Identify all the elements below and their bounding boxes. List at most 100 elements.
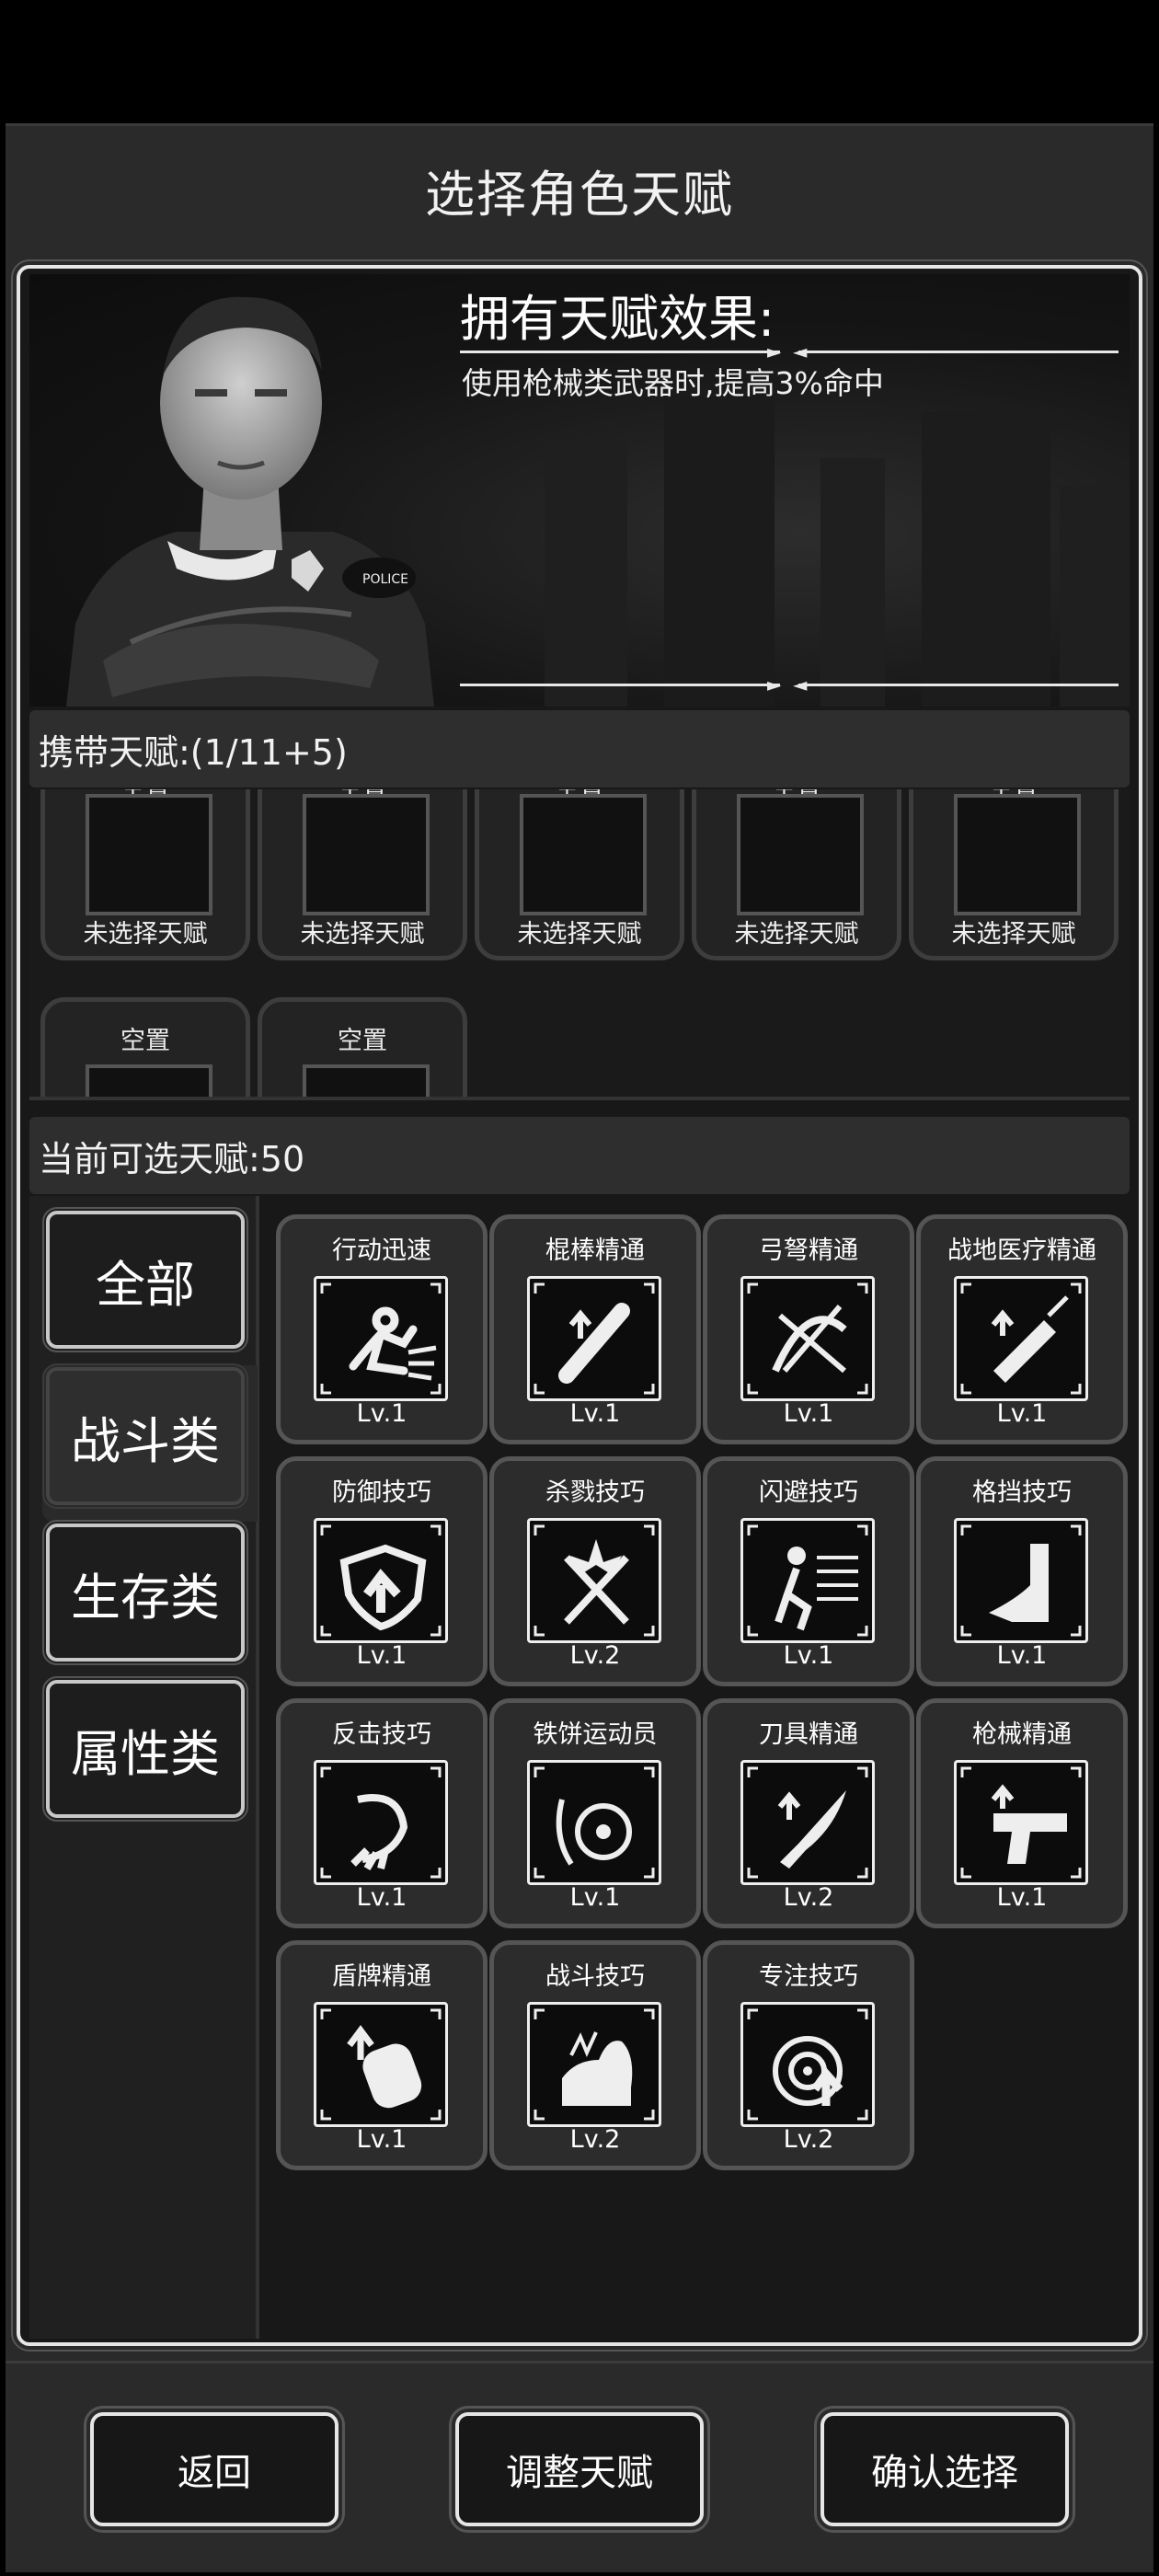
talent-level: Lv.1: [996, 1883, 1048, 1912]
talent-level: Lv.1: [356, 1883, 407, 1912]
talent-card[interactable]: 盾牌精通 Lv.1: [276, 1940, 488, 2170]
talent-card[interactable]: 专注技巧 Lv.2: [703, 1940, 914, 2170]
confirm-selection-button-label: 确认选择: [871, 2452, 1018, 2494]
talent-level: Lv.1: [356, 2125, 407, 2154]
talent-card[interactable]: 战斗技巧 Lv.2: [489, 1940, 701, 2170]
syringe-icon: [954, 1276, 1088, 1401]
flexed-arm-icon: [527, 2002, 661, 2127]
slot-icon-frame: [86, 1064, 212, 1097]
divider-top-left: [460, 351, 780, 353]
back-button-label: 返回: [178, 2452, 251, 2494]
crossed-blades-icon: [527, 1518, 661, 1643]
talent-name: 枪械精通: [972, 1720, 1072, 1749]
talent-name: 格挡技巧: [972, 1478, 1072, 1507]
confirm-selection-button[interactable]: 确认选择: [814, 2406, 1075, 2533]
dodge-icon: [740, 1518, 875, 1643]
slot-icon-frame: [303, 794, 430, 915]
talent-card[interactable]: 棍棒精通 Lv.1: [489, 1214, 701, 1444]
target-icon: [740, 2002, 875, 2127]
riot-shield-icon: [314, 2002, 448, 2127]
slot-icon-frame: [520, 794, 647, 915]
talent-level: Lv.2: [783, 2125, 834, 2154]
talent-name: 行动迅速: [332, 1236, 431, 1265]
talent-name: 刀具精通: [759, 1720, 858, 1749]
talent-slot[interactable]: 空置 未选择天赋: [909, 789, 1119, 960]
talent-name: 战地医疗精通: [947, 1236, 1096, 1265]
slot-empty-label: 空置: [338, 1027, 387, 1055]
counter-claw-icon: [314, 1760, 448, 1885]
category-attribute-button[interactable]: 属性类: [42, 1676, 248, 1822]
character-portrait: POLICE: [66, 296, 434, 707]
talent-slot[interactable]: 空置 未选择天赋: [258, 789, 467, 960]
talent-card[interactable]: 弓弩精通 Lv.1: [703, 1214, 914, 1444]
machete-icon: [740, 1760, 875, 1885]
block-arm-icon: [954, 1518, 1088, 1643]
talent-name: 防御技巧: [332, 1478, 431, 1507]
talent-name: 杀戮技巧: [545, 1478, 645, 1507]
category-label: 全部: [96, 1255, 195, 1314]
slot-status: 未选择天赋: [300, 920, 425, 949]
talent-level: Lv.1: [356, 1399, 407, 1428]
carried-talent-slots[interactable]: 空置 未选择天赋 空置 未选择天赋 空置 未选择天赋 空置 未选择天赋 空置 未…: [29, 789, 1130, 1100]
talent-card[interactable]: 防御技巧 Lv.1: [276, 1456, 488, 1686]
available-talents-header: 当前可选天赋:50: [29, 1117, 1130, 1194]
talent-name: 弓弩精通: [759, 1236, 858, 1265]
divider-bottom-right: [798, 684, 1119, 686]
divider-arrow-right: ►: [767, 673, 782, 696]
slot-icon-frame: [954, 794, 1081, 915]
category-label: 属性类: [71, 1724, 220, 1783]
talent-slot[interactable]: 空置: [40, 997, 250, 1097]
talent-name: 闪避技巧: [759, 1478, 858, 1507]
talent-level: Lv.1: [569, 1399, 621, 1428]
talent-name: 盾牌精通: [332, 1962, 431, 1991]
club-icon: [527, 1276, 661, 1401]
crossbow-icon: [740, 1276, 875, 1401]
talent-level: Lv.1: [996, 1399, 1048, 1428]
talent-card[interactable]: 枪械精通 Lv.1: [916, 1698, 1128, 1928]
effect-title: 拥有天赋效果:: [460, 290, 775, 348]
talent-name: 铁饼运动员: [533, 1720, 658, 1749]
talent-slot[interactable]: 空置 未选择天赋: [692, 789, 901, 960]
talent-card[interactable]: 闪避技巧 Lv.1: [703, 1456, 914, 1686]
talent-card[interactable]: 反击技巧 Lv.1: [276, 1698, 488, 1928]
talent-card[interactable]: 战地医疗精通 Lv.1: [916, 1214, 1128, 1444]
talent-level: Lv.1: [569, 1883, 621, 1912]
talent-card[interactable]: 杀戮技巧 Lv.2: [489, 1456, 701, 1686]
category-all-button[interactable]: 全部: [42, 1207, 248, 1352]
talent-level: Lv.1: [783, 1399, 834, 1428]
talent-level: Lv.1: [783, 1641, 834, 1670]
slot-icon-frame: [303, 1064, 430, 1097]
adjust-talent-button[interactable]: 调整天赋: [449, 2406, 710, 2533]
talent-level: Lv.1: [996, 1641, 1048, 1670]
back-button[interactable]: 返回: [84, 2406, 345, 2533]
category-survival-button[interactable]: 生存类: [42, 1520, 248, 1665]
carried-talents-count: 携带天赋:(1/11+5): [39, 731, 348, 773]
talent-slot[interactable]: 空置 未选择天赋: [475, 789, 684, 960]
talent-name: 专注技巧: [759, 1962, 858, 1991]
discus-icon: [527, 1760, 661, 1885]
talent-card[interactable]: 铁饼运动员 Lv.1: [489, 1698, 701, 1928]
effect-description: 使用枪械类武器时,提高3%命中: [462, 365, 884, 401]
talent-card[interactable]: 行动迅速 Lv.1: [276, 1214, 488, 1444]
slot-status: 未选择天赋: [83, 920, 208, 949]
talent-card[interactable]: 格挡技巧 Lv.1: [916, 1456, 1128, 1686]
slot-icon-frame: [86, 794, 212, 915]
talent-card[interactable]: 刀具精通 Lv.2: [703, 1698, 914, 1928]
slot-icon-frame: [737, 794, 864, 915]
slot-status: 未选择天赋: [734, 920, 859, 949]
slot-status: 未选择天赋: [951, 920, 1076, 949]
talent-slot[interactable]: 空置: [258, 997, 467, 1097]
title-bar: 选择角色天赋: [6, 123, 1153, 254]
adjust-talent-button-label: 调整天赋: [506, 2452, 653, 2494]
category-combat-button[interactable]: 战斗类: [42, 1363, 248, 1509]
category-label: 生存类: [71, 1568, 220, 1627]
slot-empty-label: 空置: [120, 1027, 170, 1055]
police-badge-text: POLICE: [362, 572, 408, 587]
carried-talents-header: 携带天赋:(1/11+5): [29, 710, 1130, 788]
pistol-icon: [954, 1760, 1088, 1885]
talent-slot[interactable]: 空置 未选择天赋: [40, 789, 250, 960]
available-talents-count: 当前可选天赋:50: [39, 1138, 305, 1179]
run-icon: [314, 1276, 448, 1401]
talent-name: 反击技巧: [332, 1720, 431, 1749]
divider-top-right: [798, 351, 1119, 353]
